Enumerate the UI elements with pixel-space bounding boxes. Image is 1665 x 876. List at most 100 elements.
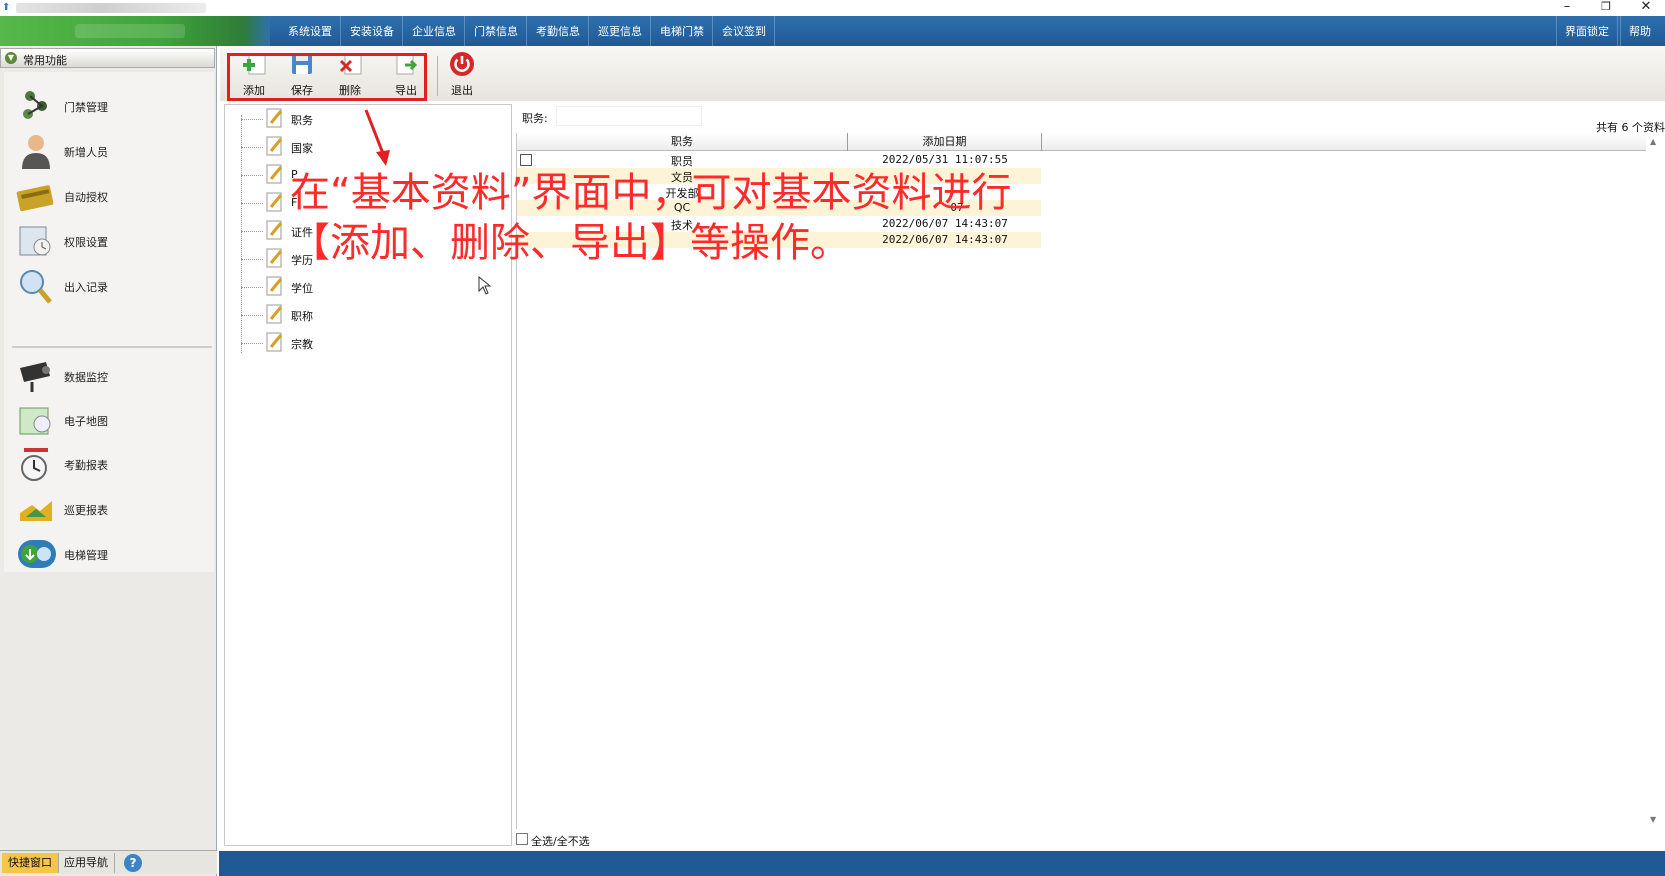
collapse-icon[interactable]: ▼ (5, 52, 17, 64)
sidebar-item-auto-authorize[interactable]: 自动授权 (4, 176, 204, 216)
annotation-line-2: 【添加、删除、导出】等操作。 (290, 220, 850, 266)
exit-label: 退出 (451, 84, 473, 97)
brand-logo (0, 16, 270, 46)
sidebar-item-label: 巡更报表 (64, 504, 108, 517)
sidebar: ▼ 常用功能 门禁管理 新增人员 自动授权 权限设置 出入记录 数据监控 电子地… (0, 46, 217, 876)
sidebar-item-label: 考勤报表 (64, 459, 108, 472)
sidebar-item-new-person[interactable]: 新增人员 (4, 131, 204, 171)
edit-doc-icon (266, 332, 283, 352)
menu-access-info[interactable]: 门禁信息 (466, 16, 527, 46)
tree-item-label: 国家 (291, 142, 313, 155)
tutorial-annotation: 在“基本资料”界面中，可对基本资料进行 【添加、删除、导出】等操作。 (290, 168, 1011, 268)
window-title-obscured (16, 3, 206, 13)
app-icon: ⬆ (2, 2, 11, 13)
sidebar-item-label: 电梯管理 (64, 549, 108, 562)
sidebar-header[interactable]: ▼ 常用功能 (0, 48, 215, 68)
sidebar-item-label: 电子地图 (64, 415, 108, 428)
select-all-checkbox[interactable] (516, 833, 528, 845)
menu-company-info[interactable]: 企业信息 (404, 16, 465, 46)
app-window: ⬆ – ❐ ✕ 系统设置 安装设备 企业信息 门禁信息 考勤信息 巡更信息 电梯… (0, 0, 1665, 876)
tree-item-label: 宗教 (291, 338, 313, 351)
toolbar-divider (437, 56, 438, 96)
sidebar-item-label: 权限设置 (64, 236, 108, 249)
sidebar-item-label: 门禁管理 (64, 101, 108, 114)
edit-doc-icon (266, 276, 283, 296)
card-icon (16, 185, 54, 212)
annotation-line-1: 在“基本资料”界面中，可对基本资料进行 (290, 170, 1012, 216)
menu-bar: 系统设置 安装设备 企业信息 门禁信息 考勤信息 巡更信息 电梯门禁 会议签到 … (0, 16, 1665, 46)
sidebar-item-access-records[interactable]: 出入记录 (4, 266, 204, 306)
sidebar-item-electronic-map[interactable]: 电子地图 (4, 400, 204, 440)
tree-item-label: 职务 (291, 114, 313, 127)
menu-lock-interface[interactable]: 界面锁定 (1556, 16, 1618, 46)
close-button[interactable]: ✕ (1628, 0, 1664, 16)
edit-doc-icon (266, 192, 283, 212)
column-header-position[interactable]: 职务 (517, 133, 848, 151)
menu-meeting-signin[interactable]: 会议签到 (714, 16, 775, 46)
menu-attendance-info[interactable]: 考勤信息 (528, 16, 589, 46)
sidebar-item-elevator[interactable]: 电梯管理 (4, 534, 204, 574)
permission-icon (19, 226, 51, 256)
sidebar-item-attendance-report[interactable]: 考勤报表 (4, 444, 204, 484)
sidebar-item-door-access[interactable]: 门禁管理 (4, 86, 204, 126)
tree-item-label: 职称 (291, 310, 313, 323)
edit-doc-icon (266, 304, 283, 324)
sidebar-item-permission[interactable]: 权限设置 (4, 221, 204, 261)
tab-app-navigation[interactable]: 应用导航 (58, 853, 115, 873)
edit-doc-icon (266, 248, 283, 268)
map-icon (19, 407, 51, 435)
menu-install-device[interactable]: 安装设备 (342, 16, 403, 46)
vertical-scrollbar[interactable]: ▲ ▼ (1646, 133, 1665, 829)
toolbar-highlight-box (227, 53, 427, 101)
edit-doc-icon (266, 164, 283, 184)
minimize-button[interactable]: – (1549, 0, 1585, 16)
power-icon (450, 52, 474, 76)
position-filter-input[interactable] (556, 106, 702, 126)
menu-system-settings[interactable]: 系统设置 (280, 16, 341, 46)
sidebar-item-label: 新增人员 (64, 146, 108, 159)
person-icon (22, 135, 50, 169)
elevator-icon (18, 540, 56, 568)
edit-doc-icon (266, 108, 283, 128)
annotation-arrow (364, 109, 390, 166)
cell-position: 职员 (671, 155, 693, 168)
sidebar-panel: 门禁管理 新增人员 自动授权 权限设置 出入记录 数据监控 电子地图 考勤报表 … (4, 72, 214, 572)
scroll-down-icon[interactable]: ▼ (1650, 815, 1656, 824)
scroll-up-icon[interactable]: ▲ (1650, 137, 1656, 146)
tree-item-label: 学位 (291, 282, 313, 295)
menu-elevator-access[interactable]: 电梯门禁 (652, 16, 713, 46)
exit-button[interactable]: 退出 (440, 51, 484, 97)
title-bar: ⬆ – ❐ ✕ (0, 0, 1665, 16)
brand-logo-obscured (75, 24, 185, 38)
patrol-icon (20, 501, 52, 521)
sidebar-header-label: 常用功能 (23, 54, 67, 67)
help-icon[interactable]: ? (124, 854, 142, 872)
menu-help[interactable]: 帮助 (1620, 16, 1659, 46)
tree-item[interactable]: 学位 (241, 275, 491, 299)
column-header-date[interactable]: 添加日期 (848, 133, 1042, 151)
sidebar-item-patrol-report[interactable]: 巡更报表 (4, 489, 204, 529)
menu-patrol-info[interactable]: 巡更信息 (590, 16, 651, 46)
cell-date: 2022/05/31 11:07:55 (882, 153, 1008, 166)
sidebar-item-data-monitor[interactable]: 数据监控 (4, 356, 204, 396)
status-bar (219, 851, 1665, 876)
mouse-cursor-icon (478, 276, 492, 295)
tree-item[interactable]: 职称 (241, 303, 491, 327)
filter-label: 职务: (522, 112, 548, 125)
tab-quick-window[interactable]: 快捷窗口 (2, 853, 59, 873)
table-row[interactable]: 职员 2022/05/31 11:07:55 (517, 152, 1041, 168)
camera-icon (20, 362, 50, 392)
select-all-label[interactable]: 全选/全不选 (531, 833, 590, 849)
restore-button[interactable]: ❐ (1588, 0, 1624, 16)
edit-doc-icon (266, 220, 283, 240)
sidebar-item-label: 自动授权 (64, 191, 108, 204)
sidebar-bottom-tabs: 快捷窗口 应用导航 ? (0, 850, 217, 874)
edit-doc-icon (266, 136, 283, 156)
sidebar-item-label: 出入记录 (64, 281, 108, 294)
door-access-icon (23, 91, 47, 119)
tree-item[interactable]: 宗教 (241, 331, 491, 355)
grid-header: 职务 添加日期 (517, 133, 1647, 151)
clock-icon (21, 448, 48, 481)
search-record-icon (20, 270, 52, 304)
sidebar-divider (12, 346, 212, 348)
